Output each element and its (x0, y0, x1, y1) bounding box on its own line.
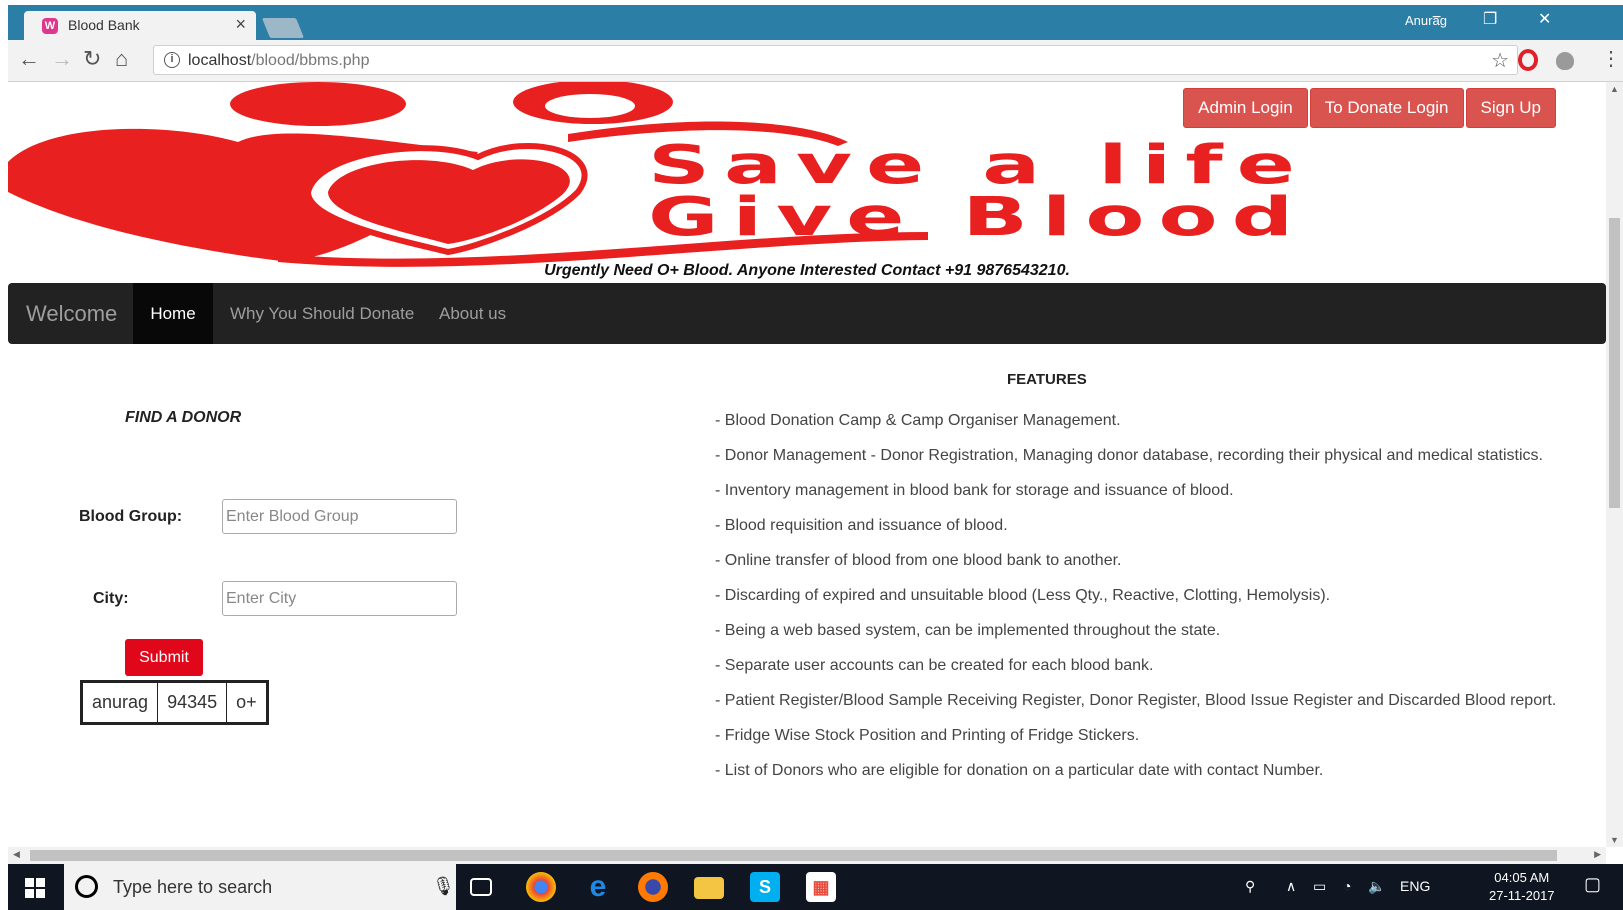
browser-titlebar: W Blood Bank × Anurag − ❐ ✕ (8, 5, 1623, 40)
clock-time: 04:05 AM (1494, 870, 1550, 885)
slogan-line-2: Give Blood (648, 186, 1308, 248)
nav-item-about-us[interactable]: About us (439, 304, 506, 324)
wamp-favicon-icon: W (42, 18, 58, 34)
restore-icon[interactable]: ❐ (1483, 9, 1497, 29)
back-icon[interactable]: ← (18, 46, 40, 72)
tab-title: Blood Bank (68, 17, 140, 33)
notifications-icon[interactable]: ▢ (1584, 874, 1601, 895)
features-title: FEATURES (1007, 371, 1087, 388)
feature-item: - Blood requisition and issuance of bloo… (715, 517, 1008, 534)
opera-extension-icon[interactable] (1518, 49, 1538, 71)
browser-menu-icon[interactable]: ⋮ (1601, 46, 1621, 71)
bookmark-star-icon[interactable]: ☆ (1491, 48, 1509, 73)
site-info-icon[interactable]: i (164, 52, 180, 68)
skype-icon[interactable]: S (750, 872, 780, 902)
feature-item: - Being a web based system, can be imple… (715, 622, 1221, 639)
wifi-icon[interactable]: ◔ (1343, 878, 1351, 894)
tab-close-icon[interactable]: × (235, 14, 246, 35)
url-text: localhost/blood/bbms.php (188, 52, 369, 70)
feature-item: - List of Donors who are eligible for do… (715, 762, 1324, 779)
microphone-icon[interactable]: 🎙 (432, 876, 455, 897)
city-label: City: (93, 590, 129, 607)
horizontal-scroll-thumb[interactable] (30, 850, 1557, 861)
feature-item: - Fridge Wise Stock Position and Printin… (715, 727, 1140, 744)
feature-item: - Patient Register/Blood Sample Receivin… (715, 692, 1557, 709)
windows-start-icon[interactable] (25, 878, 45, 898)
feature-item: - Online transfer of blood from one bloo… (715, 552, 1122, 569)
scroll-left-icon[interactable]: ◀ (13, 849, 20, 860)
banner: Save a life Give Blood Admin Login To Do… (8, 82, 1606, 267)
admin-login-button[interactable]: Admin Login (1183, 88, 1308, 128)
feature-item: - Discarding of expired and unsuitable b… (715, 587, 1331, 604)
vertical-scroll-thumb[interactable] (1609, 218, 1620, 508)
donor-name-cell: anurag (80, 681, 159, 724)
find-donor-title: FIND A DONOR (125, 409, 242, 426)
address-bar[interactable]: i localhost/blood/bbms.php ☆ (153, 45, 1518, 75)
store-icon[interactable]: ▦ (806, 872, 836, 902)
horizontal-scrollbar[interactable]: ◀ ▶ (8, 847, 1606, 864)
close-window-icon[interactable]: ✕ (1538, 9, 1551, 29)
taskbar-search[interactable]: Type here to search 🎙 (64, 864, 456, 910)
nav-item-home[interactable]: Home (133, 283, 213, 344)
nav-item-why-donate[interactable]: Why You Should Donate (230, 304, 414, 324)
forward-icon[interactable]: → (51, 46, 73, 72)
taskbar-clock[interactable]: 04:05 AM 27-11-2017 (1489, 869, 1555, 905)
feature-item: - Separate user accounts can be created … (715, 657, 1154, 674)
chrome-icon[interactable] (526, 872, 556, 902)
url-path: /blood/bbms.php (251, 52, 370, 69)
extension-icon[interactable] (1556, 52, 1574, 70)
language-indicator[interactable]: ENG (1400, 878, 1430, 894)
auth-button-group: Admin Login To Donate Login Sign Up (1181, 88, 1556, 128)
battery-icon[interactable]: ▭ (1313, 878, 1326, 895)
minimize-icon[interactable]: − (1432, 9, 1441, 27)
browser-tab[interactable]: W Blood Bank × (24, 11, 256, 40)
home-icon[interactable]: ⌂ (115, 46, 128, 72)
main-navbar: Welcome Home Why You Should Donate About… (8, 283, 1606, 344)
browser-toolbar: ← → ↻ ⌂ i localhost/blood/bbms.php ☆ ⋮ (8, 40, 1623, 82)
sign-up-button[interactable]: Sign Up (1465, 88, 1556, 128)
city-input[interactable] (222, 581, 457, 616)
firefox-icon[interactable] (638, 872, 668, 902)
blood-group-label: Blood Group: (79, 508, 183, 525)
scroll-down-icon[interactable]: ▼ (1610, 835, 1619, 845)
clock-date: 27-11-2017 (1489, 888, 1555, 903)
vertical-scrollbar[interactable]: ▲ ▼ (1606, 82, 1623, 847)
donor-blood-group-cell: o+ (226, 681, 268, 724)
new-tab-button[interactable] (261, 18, 305, 38)
donor-results-table: anurag 94345 o+ (80, 680, 269, 725)
volume-icon[interactable]: 🔈 (1368, 878, 1385, 895)
submit-button[interactable]: Submit (125, 639, 203, 676)
file-explorer-icon[interactable] (694, 877, 724, 899)
tray-chevron-icon[interactable]: ∧ (1286, 878, 1296, 895)
page-viewport: Save a life Give Blood Admin Login To Do… (8, 82, 1606, 847)
feature-item: - Donor Management - Donor Registration,… (715, 447, 1543, 464)
table-row: anurag 94345 o+ (80, 681, 268, 724)
scroll-right-icon[interactable]: ▶ (1594, 849, 1601, 860)
navbar-brand[interactable]: Welcome (26, 301, 117, 327)
scroll-up-icon[interactable]: ▲ (1610, 84, 1619, 94)
reload-icon[interactable]: ↻ (83, 46, 101, 72)
task-view-icon[interactable] (470, 878, 492, 896)
blood-group-input[interactable] (222, 499, 457, 534)
donor-contact-cell: 94345 (157, 681, 228, 724)
url-host: localhost (188, 52, 252, 69)
donor-login-button[interactable]: To Donate Login (1309, 88, 1464, 128)
edge-icon[interactable]: e (583, 872, 613, 902)
feature-item: - Inventory management in blood bank for… (715, 482, 1234, 499)
cortana-icon (75, 875, 98, 898)
screen: W Blood Bank × Anurag − ❐ ✕ ← → ↻ ⌂ i lo… (0, 0, 1623, 910)
feature-item: - Blood Donation Camp & Camp Organiser M… (715, 412, 1121, 429)
people-icon[interactable]: ⚲ (1245, 878, 1255, 895)
windows-taskbar: Type here to search 🎙 e S ▦ ⚲ ∧ ▭ ◔ 🔈 EN… (8, 864, 1623, 910)
urgent-notice: Urgently Need O+ Blood. Anyone Intereste… (544, 262, 1070, 279)
taskbar-search-placeholder: Type here to search (113, 877, 273, 897)
